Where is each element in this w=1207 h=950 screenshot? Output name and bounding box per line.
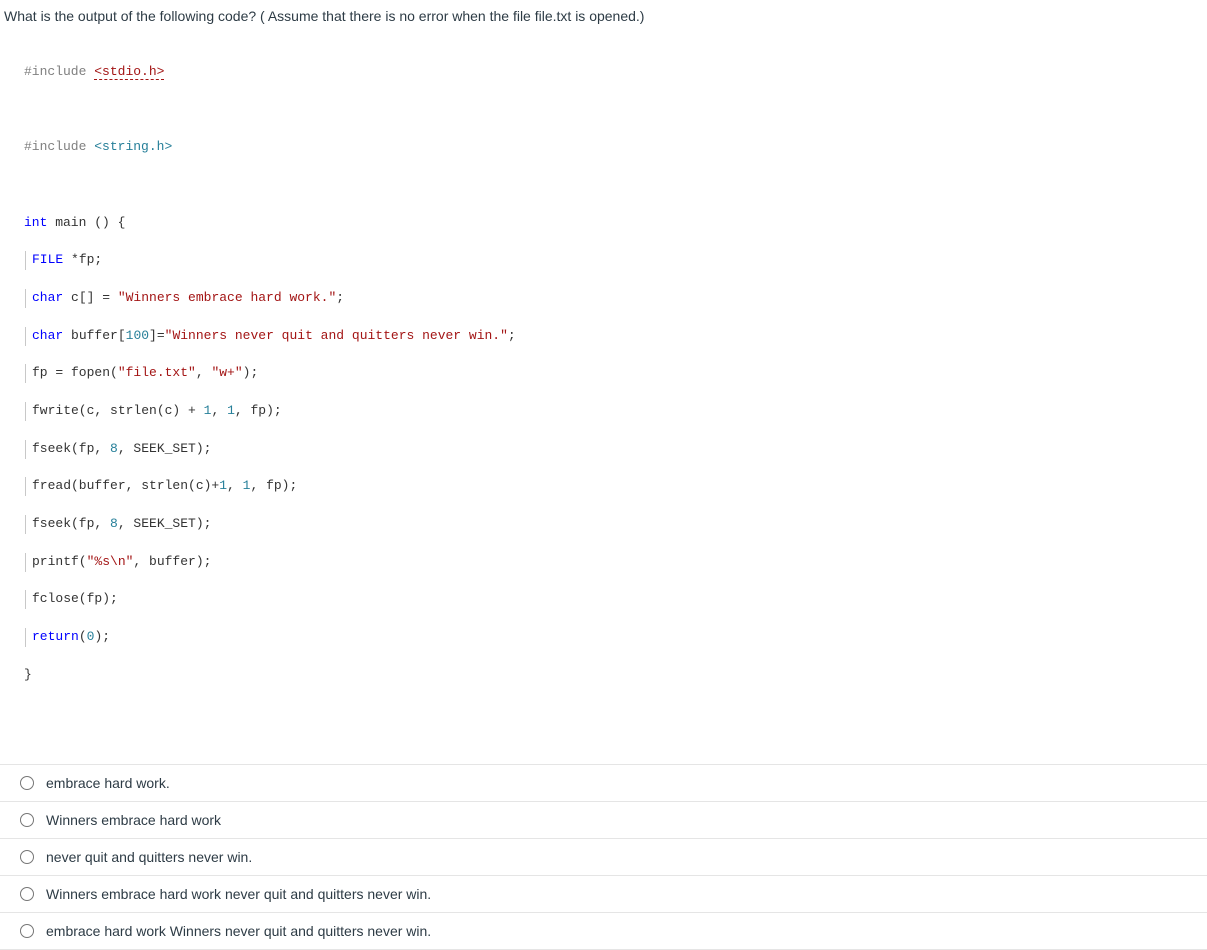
code-token: fp = fopen(	[32, 365, 118, 380]
answer-label: never quit and quitters never win.	[46, 849, 252, 865]
code-token: , fp);	[250, 478, 297, 493]
code-token: 8	[110, 441, 118, 456]
answer-label: Winners embrace hard work	[46, 812, 221, 828]
code-token: ,	[196, 365, 212, 380]
code-token: , SEEK_SET);	[118, 516, 212, 531]
code-token: #include	[24, 139, 86, 154]
code-token: ]=	[149, 328, 165, 343]
code-token: , SEEK_SET);	[118, 441, 212, 456]
answer-label: Winners embrace hard work never quit and…	[46, 886, 431, 902]
code-token: ;	[336, 290, 344, 305]
code-token: , fp);	[235, 403, 282, 418]
code-block: #include <stdio.h> #include <string.h> i…	[0, 36, 1207, 724]
code-token: #include	[24, 64, 86, 79]
code-token: fwrite(c, strlen(c) +	[32, 403, 204, 418]
code-token: char	[32, 290, 63, 305]
answer-option[interactable]: never quit and quitters never win.	[0, 839, 1207, 876]
code-token: "w+"	[211, 365, 242, 380]
code-token: 1	[219, 478, 227, 493]
code-token: "file.txt"	[118, 365, 196, 380]
code-token: FILE	[32, 252, 63, 267]
code-token: char	[32, 328, 63, 343]
code-token: }	[24, 667, 32, 682]
answer-label: embrace hard work.	[46, 775, 170, 791]
code-token: printf(	[32, 554, 87, 569]
code-token: *fp;	[63, 252, 102, 267]
answer-radio[interactable]	[20, 887, 34, 901]
code-token: c[] =	[63, 290, 118, 305]
code-token: );	[94, 629, 110, 644]
code-token: fseek(fp,	[32, 516, 110, 531]
answer-radio[interactable]	[20, 924, 34, 938]
code-token: fread(buffer, strlen(c)+	[32, 478, 219, 493]
code-token: 8	[110, 516, 118, 531]
question-text: What is the output of the following code…	[0, 0, 1207, 36]
code-token: "%s\n"	[87, 554, 134, 569]
code-token: return	[32, 629, 79, 644]
code-token: ,	[211, 403, 227, 418]
code-token: , buffer);	[133, 554, 211, 569]
code-token: fseek(fp,	[32, 441, 110, 456]
answer-option[interactable]: Winners embrace hard work never quit and…	[0, 876, 1207, 913]
code-token: fclose(fp);	[32, 591, 118, 606]
code-token: 100	[126, 328, 149, 343]
answer-list: embrace hard work. Winners embrace hard …	[0, 764, 1207, 950]
answer-radio[interactable]	[20, 776, 34, 790]
code-token: (	[79, 629, 87, 644]
code-token: <string.h>	[94, 139, 172, 154]
code-token: ,	[227, 478, 243, 493]
code-token: <stdio.h>	[94, 64, 164, 80]
answer-option[interactable]: embrace hard work.	[0, 765, 1207, 802]
answer-radio[interactable]	[20, 850, 34, 864]
answer-label: embrace hard work Winners never quit and…	[46, 923, 431, 939]
code-token: ;	[508, 328, 516, 343]
answer-radio[interactable]	[20, 813, 34, 827]
answer-option[interactable]: embrace hard work Winners never quit and…	[0, 913, 1207, 950]
code-token: "Winners never quit and quitters never w…	[165, 328, 508, 343]
code-token: main () {	[47, 215, 125, 230]
code-token: "Winners embrace hard work."	[118, 290, 336, 305]
code-token: );	[243, 365, 259, 380]
code-token: int	[24, 215, 47, 230]
code-token: buffer[	[63, 328, 125, 343]
code-token: 1	[227, 403, 235, 418]
answer-option[interactable]: Winners embrace hard work	[0, 802, 1207, 839]
